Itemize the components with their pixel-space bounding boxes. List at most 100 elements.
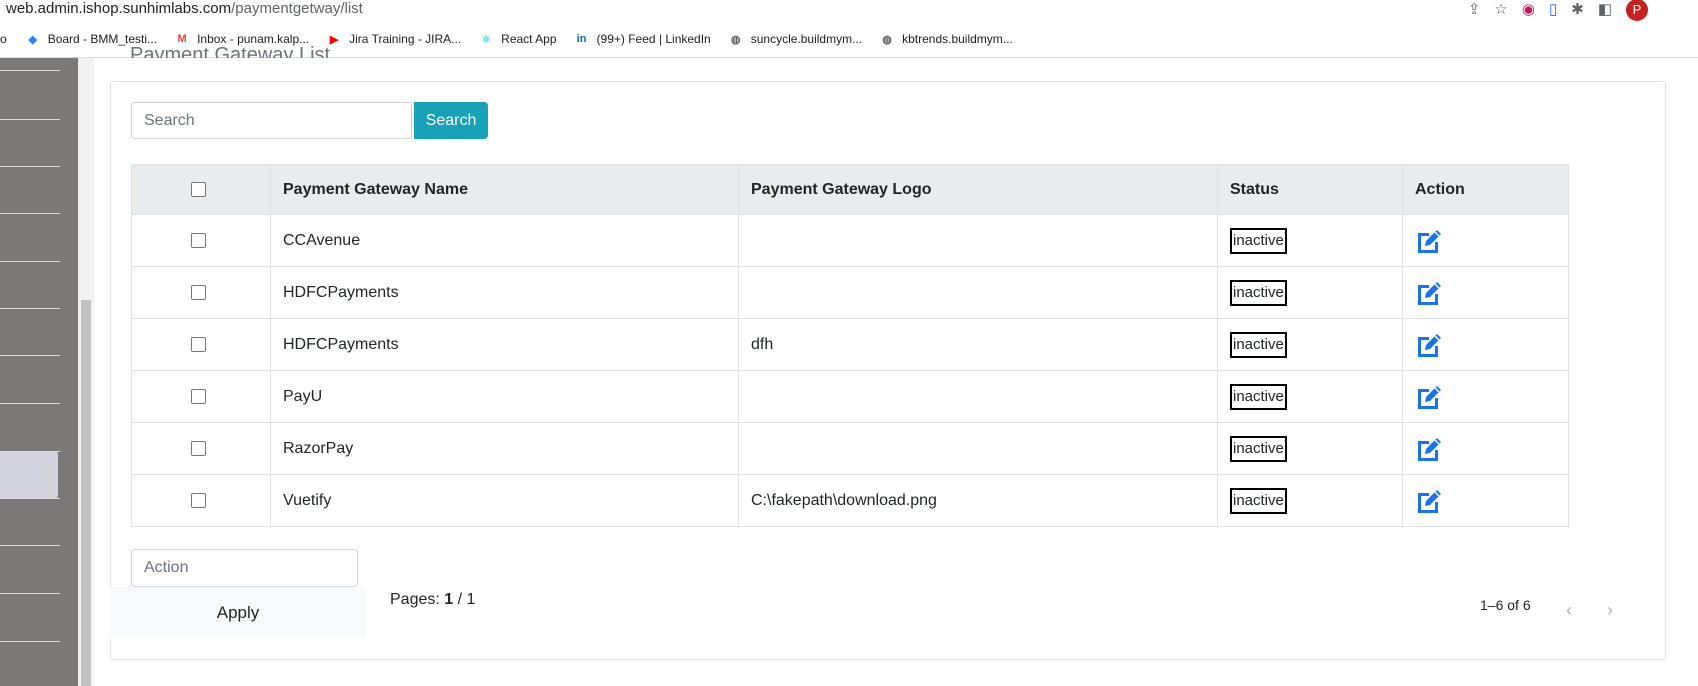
search-button[interactable]: Search — [414, 102, 488, 139]
sidebar-divider — [0, 593, 60, 594]
edit-icon[interactable] — [1415, 279, 1443, 307]
gateway-logo — [738, 370, 1218, 423]
table-header-row: Payment Gateway Name Payment Gateway Log… — [131, 164, 1569, 215]
bookmark-label: Jira Training - JIRA... — [349, 32, 462, 46]
puzzle-icon[interactable]: ✱ — [1571, 2, 1584, 18]
column-header-status[interactable]: Status — [1217, 164, 1403, 215]
edit-icon[interactable] — [1415, 331, 1443, 359]
row-select-cell — [131, 370, 271, 423]
sidebar-divider — [0, 70, 60, 71]
row-checkbox[interactable] — [190, 492, 206, 508]
profile-avatar[interactable]: P — [1626, 0, 1648, 21]
status-cell: inactive — [1217, 474, 1403, 527]
edit-icon[interactable] — [1415, 383, 1443, 411]
star-icon[interactable]: ☆ — [1494, 2, 1507, 18]
next-page-icon[interactable]: › — [1607, 600, 1613, 621]
edit-icon[interactable] — [1415, 227, 1443, 255]
table-row[interactable]: RazorPay inactive — [131, 422, 1569, 475]
status-cell: inactive — [1217, 370, 1403, 423]
bookmark-label: React App — [501, 32, 557, 46]
globe-icon: ◍ — [882, 33, 892, 46]
sidebar-divider — [0, 498, 60, 499]
status-badge[interactable]: inactive — [1230, 227, 1287, 254]
gateway-name: PayU — [270, 370, 739, 423]
extension-color-icon[interactable]: ◉ — [1522, 2, 1535, 18]
row-checkbox[interactable] — [190, 388, 206, 404]
select-all-checkbox[interactable] — [190, 181, 206, 197]
row-select-cell — [131, 266, 271, 319]
sidebar-divider — [0, 119, 60, 120]
status-badge[interactable]: inactive — [1230, 331, 1287, 358]
bookmark-item[interactable]: ▶ Jira Training - JIRA... — [326, 31, 461, 47]
status-badge[interactable]: inactive — [1230, 279, 1287, 306]
bookmark-item[interactable]: ⚛ React App — [478, 31, 556, 47]
range-text: 1–6 of 6 — [1480, 597, 1531, 613]
gateway-logo — [738, 266, 1218, 319]
share-icon[interactable]: ⇪ — [1468, 2, 1481, 18]
globe-icon: ◍ — [730, 33, 741, 46]
sidebar-divider — [0, 641, 60, 642]
bookmark-overflow: o — [0, 32, 7, 46]
column-header-logo[interactable]: Payment Gateway Logo — [738, 164, 1218, 215]
url-host: web.admin.ishop.sunhimlabs.com — [6, 0, 232, 17]
prev-page-icon[interactable]: ‹ — [1566, 600, 1572, 621]
action-cell — [1402, 422, 1569, 475]
status-cell: inactive — [1217, 422, 1403, 475]
row-select-cell — [131, 422, 271, 475]
sidebar-divider — [0, 166, 60, 167]
column-header-action: Action — [1402, 164, 1569, 215]
table-row[interactable]: HDFCPayments inactive — [131, 266, 1569, 319]
gateway-logo — [738, 422, 1218, 475]
status-cell: inactive — [1217, 318, 1403, 371]
sidebar-item-active[interactable] — [0, 451, 58, 499]
status-cell: inactive — [1217, 214, 1403, 267]
row-checkbox[interactable] — [190, 232, 206, 248]
gateway-logo: C:\fakepath\download.png — [738, 474, 1218, 527]
gateway-name: Vuetify — [270, 474, 739, 527]
status-badge[interactable]: inactive — [1230, 383, 1287, 410]
extension-doc-icon[interactable]: ▯ — [1549, 2, 1557, 18]
status-badge[interactable]: inactive — [1230, 435, 1287, 462]
sidebar-divider — [0, 213, 60, 214]
status-badge[interactable]: inactive — [1230, 487, 1287, 514]
bookmark-item[interactable]: ◍ suncycle.buildmym... — [728, 31, 862, 47]
sidebar-divider — [0, 403, 60, 404]
sidepanel-icon[interactable]: ◧ — [1598, 2, 1612, 18]
gateway-logo: dfh — [738, 318, 1218, 371]
gateway-name: HDFCPayments — [270, 266, 739, 319]
row-checkbox[interactable] — [190, 440, 206, 456]
pagination-info: Pages: 1 / 1 — [390, 591, 475, 609]
scrollbar-thumb[interactable] — [81, 300, 91, 686]
url-path: /paymentgetway/list — [231, 0, 363, 17]
bulk-action-select[interactable]: Action — [131, 549, 358, 587]
edit-icon[interactable] — [1415, 487, 1443, 515]
row-checkbox[interactable] — [190, 284, 206, 300]
gateway-name: HDFCPayments — [270, 318, 739, 371]
sidebar-divider — [0, 545, 60, 546]
jira-icon: ◆ — [28, 33, 37, 46]
status-cell: inactive — [1217, 266, 1403, 319]
bookmark-item[interactable]: ◍ kbtrends.buildmym... — [879, 31, 1013, 47]
page-title: Payment Gateway List — [130, 44, 331, 58]
apply-button[interactable]: Apply — [110, 587, 366, 638]
column-header-name[interactable]: Payment Gateway Name — [270, 164, 739, 215]
sidebar — [0, 58, 78, 686]
url-text[interactable]: web.admin.ishop.sunhimlabs.com/paymentge… — [6, 0, 363, 17]
row-checkbox[interactable] — [190, 336, 206, 352]
bookmark-label: kbtrends.buildmym... — [902, 32, 1013, 46]
table-row[interactable]: PayU inactive — [131, 370, 1569, 423]
search-input[interactable]: Search — [131, 102, 412, 139]
bookmark-item[interactable]: in (99+) Feed | LinkedIn — [574, 31, 711, 47]
table-row[interactable]: CCAvenue inactive — [131, 214, 1569, 267]
table-row[interactable]: HDFCPayments dfh inactive — [131, 318, 1569, 371]
action-cell — [1402, 318, 1569, 371]
edit-icon[interactable] — [1415, 435, 1443, 463]
address-bar[interactable]: web.admin.ishop.sunhimlabs.com/paymentge… — [0, 0, 1698, 21]
table-row[interactable]: Vuetify C:\fakepath\download.png inactive — [131, 474, 1569, 527]
row-select-cell — [131, 474, 271, 527]
sidebar-divider — [0, 451, 60, 452]
gateway-name: CCAvenue — [270, 214, 739, 267]
select-all-cell — [131, 164, 271, 215]
payment-gateway-table: Payment Gateway Name Payment Gateway Log… — [131, 164, 1569, 527]
action-cell — [1402, 474, 1569, 527]
